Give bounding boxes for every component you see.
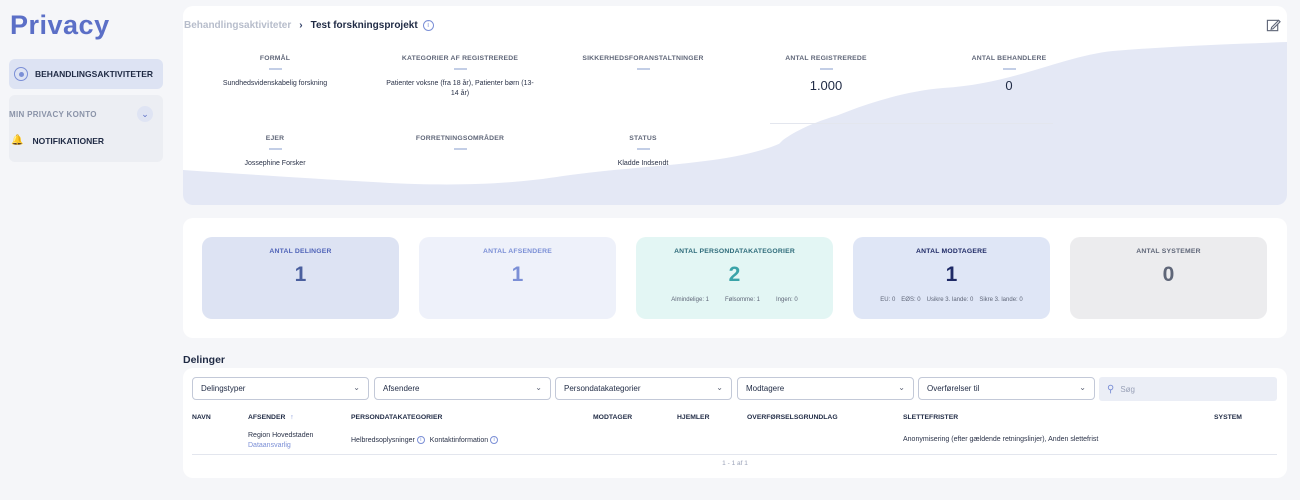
- column-header-navn[interactable]: NAVN: [192, 414, 211, 421]
- chevron-down-icon: ⌄: [535, 383, 542, 392]
- field-forretning: FORRETNINGSOMRÅDER: [390, 135, 530, 150]
- field-value: 1.000: [809, 77, 843, 93]
- column-header-modtager[interactable]: MODTAGER: [593, 414, 632, 421]
- field-label: FORMÅL: [259, 55, 291, 62]
- cell-persondata: Helbredsoplysninger i Kontaktinformation i: [351, 436, 501, 444]
- stat-value: 2: [728, 263, 741, 286]
- chevron-down-icon: ⌄: [353, 383, 360, 392]
- chevron-right-icon: ›: [299, 20, 303, 31]
- filter-modtagere[interactable]: Modtagere ⌄: [737, 377, 914, 400]
- field-sikkerhed: SIKKERHEDSFORANSTALTNINGER: [568, 55, 718, 70]
- filter-delingstyper[interactable]: Delingstyper ⌄: [192, 377, 369, 400]
- stat-value: 1: [294, 263, 307, 286]
- info-icon[interactable]: i: [416, 436, 425, 444]
- decorative-wave: [183, 42, 1287, 205]
- stat-value: 1: [945, 263, 958, 286]
- activity-icon: [14, 67, 28, 81]
- chevron-down-icon: ⌄: [898, 383, 905, 392]
- field-behandlere: ANTAL BEHANDLERE 0: [944, 55, 1074, 93]
- field-ejer: EJER Jossephine Forsker: [210, 135, 340, 169]
- stat-breakdown: Almindelige: 1 Følsomme: 1 Ingen: 0: [671, 297, 798, 303]
- app-logo: Privacy: [10, 10, 110, 40]
- stat-label: ANTAL AFSENDERE: [483, 248, 552, 255]
- field-label: EJER: [265, 135, 285, 142]
- stat-modtagere: ANTAL MODTAGERE 1 EU: 0 EØS: 0 Usikre 3.…: [853, 237, 1050, 319]
- field-label: FORRETNINGSOMRÅDER: [415, 135, 505, 142]
- stat-persondata: ANTAL PERSONDATAKATEGORIER 2 Almindelige…: [636, 237, 833, 319]
- sidebar-item-behandlingsaktiviteter[interactable]: BEHANDLINGSAKTIVITETER: [9, 59, 163, 89]
- column-header-system[interactable]: SYSTEM: [1214, 414, 1242, 421]
- field-registrerede: ANTAL REGISTREREDE 1.000: [761, 55, 891, 93]
- stat-delinger: ANTAL DELINGER 1: [202, 237, 399, 319]
- filter-afsendere[interactable]: Afsendere ⌄: [374, 377, 551, 400]
- chevron-down-icon: ⌄: [1079, 383, 1086, 392]
- stat-label: ANTAL MODTAGERE: [916, 248, 987, 255]
- stat-afsendere: ANTAL AFSENDERE 1: [419, 237, 616, 319]
- column-header-overfoerselsgrundlag[interactable]: OVERFØRSELSGRUNDLAG: [747, 414, 838, 421]
- column-header-slettefrister[interactable]: SLETTEFRISTER: [903, 414, 958, 421]
- sidebar-item-label: BEHANDLINGSAKTIVITETER: [35, 69, 154, 79]
- divider: [770, 123, 1053, 124]
- search-icon: ⚲: [1107, 383, 1115, 395]
- field-label: KATEGORIER AF REGISTREREDE: [401, 55, 519, 62]
- field-value: Patienter voksne (fra 18 år), Patienter …: [386, 79, 534, 97]
- breadcrumb: Behandlingsaktiviteter › Test forsknings…: [184, 20, 434, 31]
- field-value: Jossephine Forsker: [244, 159, 306, 167]
- stat-label: ANTAL PERSONDATAKATEGORIER: [674, 248, 795, 255]
- bell-icon: 🔔: [11, 135, 24, 146]
- page-title: Test forskningsprojekt: [310, 20, 418, 31]
- column-header-afsender[interactable]: AFSENDER ↑: [248, 414, 294, 421]
- stat-label: ANTAL SYSTEMER: [1136, 248, 1201, 255]
- cell-afsender: Region Hovedstaden: [248, 432, 314, 439]
- field-label: STATUS: [629, 135, 657, 142]
- stats-card: ANTAL DELINGER 1 ANTAL AFSENDERE 1 ANTAL…: [183, 218, 1287, 338]
- section-title: Delinger: [183, 354, 226, 366]
- field-value: Kladde Indsendt: [617, 159, 669, 167]
- filter-persondatakategorier[interactable]: Persondatakategorier ⌄: [555, 377, 732, 400]
- field-label: ANTAL REGISTREREDE: [785, 55, 867, 62]
- cell-afsender-role: Dataansvarlig: [248, 442, 291, 449]
- sidebar-group-title: MIN PRIVACY KONTO: [9, 110, 97, 119]
- stat-breakdown: EU: 0 EØS: 0 Usikre 3. lande: 0 Sikre 3.…: [880, 297, 1023, 303]
- breadcrumb-parent[interactable]: Behandlingsaktiviteter: [184, 20, 291, 31]
- search-input[interactable]: ⚲ Søg: [1099, 377, 1277, 401]
- column-header-persondatakategorier[interactable]: PERSONDATAKATEGORIER: [351, 414, 442, 421]
- edit-icon[interactable]: [1266, 18, 1281, 33]
- chevron-down-icon: ⌄: [716, 383, 723, 392]
- stat-value: 1: [511, 263, 524, 286]
- field-status: STATUS Kladde Indsendt: [578, 135, 708, 169]
- stat-value: 0: [1162, 263, 1175, 286]
- stat-label: ANTAL DELINGER: [269, 248, 332, 255]
- stat-systemer: ANTAL SYSTEMER 0: [1070, 237, 1267, 319]
- field-label: ANTAL BEHANDLERE: [971, 55, 1047, 62]
- field-label: SIKKERHEDSFORANSTALTNINGER: [582, 55, 704, 62]
- sort-ascending-icon: ↑: [290, 414, 294, 421]
- delinger-card: Delingstyper ⌄ Afsendere ⌄ Persondatakat…: [183, 368, 1287, 478]
- overview-card: Behandlingsaktiviteter › Test forsknings…: [183, 6, 1287, 205]
- pagination: 1 - 1 af 1: [722, 460, 748, 467]
- sidebar-item-label: NOTIFIKATIONER: [32, 135, 105, 146]
- column-header-hjemler[interactable]: HJEMLER: [677, 414, 709, 421]
- info-icon[interactable]: i: [490, 436, 499, 444]
- chevron-down-icon[interactable]: ⌄: [137, 106, 153, 122]
- cell-slettefrister: Anonymisering (efter gældende retningsli…: [903, 436, 1099, 443]
- row-divider: [192, 454, 1277, 455]
- filter-overfoerelser[interactable]: Overførelser til ⌄: [918, 377, 1095, 400]
- table-row[interactable]: Region Hovedstaden Dataansvarlig: [248, 431, 313, 451]
- field-formaal: FORMÅL Sundhedsvidenskabelig forskning: [210, 55, 340, 89]
- info-icon[interactable]: i: [422, 20, 434, 31]
- sidebar-group-account: MIN PRIVACY KONTO ⌄ 🔔 NOTIFIKATIONER: [9, 95, 163, 162]
- sidebar-item-notifikationer[interactable]: 🔔 NOTIFIKATIONER: [11, 135, 104, 146]
- field-kategorier: KATEGORIER AF REGISTREREDE Patienter vok…: [370, 55, 550, 99]
- field-value: Sundhedsvidenskabelig forskning: [222, 79, 328, 87]
- field-value: 0: [1005, 77, 1013, 93]
